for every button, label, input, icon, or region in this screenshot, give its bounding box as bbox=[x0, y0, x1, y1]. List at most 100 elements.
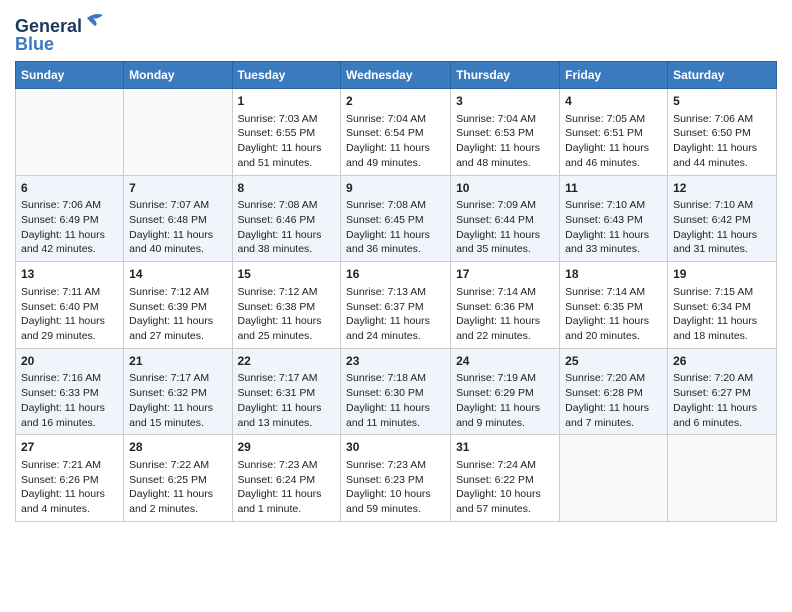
day-number: 28 bbox=[129, 439, 226, 456]
day-info: Sunrise: 7:12 AM Sunset: 6:38 PM Dayligh… bbox=[238, 285, 336, 344]
day-number: 11 bbox=[565, 180, 662, 197]
day-cell: 7Sunrise: 7:07 AM Sunset: 6:48 PM Daylig… bbox=[124, 175, 232, 262]
day-cell: 22Sunrise: 7:17 AM Sunset: 6:31 PM Dayli… bbox=[232, 348, 341, 435]
day-cell: 11Sunrise: 7:10 AM Sunset: 6:43 PM Dayli… bbox=[560, 175, 668, 262]
day-number: 17 bbox=[456, 266, 554, 283]
svg-text:Blue: Blue bbox=[15, 34, 54, 54]
day-cell bbox=[16, 89, 124, 176]
day-number: 8 bbox=[238, 180, 336, 197]
week-row-2: 6Sunrise: 7:06 AM Sunset: 6:49 PM Daylig… bbox=[16, 175, 777, 262]
day-cell: 18 Sunrise: 7:14 AM Sunset: 6:35 PM Dayli… bbox=[560, 262, 668, 349]
day-info: Sunrise: 7:20 AM Sunset: 6:27 PM Dayligh… bbox=[673, 371, 771, 430]
day-info: Sunrise: 7:04 AM Sunset: 6:53 PM Dayligh… bbox=[456, 112, 554, 171]
day-info: Sunrise: 7:17 AM Sunset: 6:31 PM Dayligh… bbox=[238, 371, 336, 430]
day-number: 12 bbox=[673, 180, 771, 197]
col-header-wednesday: Wednesday bbox=[341, 62, 451, 89]
svg-text:General: General bbox=[15, 16, 82, 36]
day-info: Sunrise: 7:04 AM Sunset: 6:54 PM Dayligh… bbox=[346, 112, 445, 171]
week-row-3: 13Sunrise: 7:11 AM Sunset: 6:40 PM Dayli… bbox=[16, 262, 777, 349]
logo: General Blue bbox=[15, 10, 105, 55]
day-info: Sunrise: 7:12 AM Sunset: 6:39 PM Dayligh… bbox=[129, 285, 226, 344]
day-info: Sunrise: 7:21 AM Sunset: 6:26 PM Dayligh… bbox=[21, 458, 118, 517]
day-number: 16 bbox=[346, 266, 445, 283]
day-number: 30 bbox=[346, 439, 445, 456]
day-cell: 26Sunrise: 7:20 AM Sunset: 6:27 PM Dayli… bbox=[668, 348, 777, 435]
day-info: Sunrise: 7:18 AM Sunset: 6:30 PM Dayligh… bbox=[346, 371, 445, 430]
day-number: 1 bbox=[238, 93, 336, 110]
day-cell: 15 Sunrise: 7:12 AM Sunset: 6:38 PM Dayli… bbox=[232, 262, 341, 349]
day-number: 25 bbox=[565, 353, 662, 370]
day-info: Sunrise: 7:03 AM Sunset: 6:55 PM Dayligh… bbox=[238, 112, 336, 171]
day-info: Sunrise: 7:05 AM Sunset: 6:51 PM Dayligh… bbox=[565, 112, 662, 171]
day-cell: 27Sunrise: 7:21 AM Sunset: 6:26 PM Dayli… bbox=[16, 435, 124, 522]
day-number: 6 bbox=[21, 180, 118, 197]
calendar-table: SundayMondayTuesdayWednesdayThursdayFrid… bbox=[15, 61, 777, 522]
day-cell: 30 Sunrise: 7:23 AM Sunset: 6:23 PM Dayli… bbox=[341, 435, 451, 522]
day-cell: 23Sunrise: 7:18 AM Sunset: 6:30 PM Dayli… bbox=[341, 348, 451, 435]
day-cell: 2 Sunrise: 7:04 AM Sunset: 6:54 PM Daylig… bbox=[341, 89, 451, 176]
day-cell: 6Sunrise: 7:06 AM Sunset: 6:49 PM Daylig… bbox=[16, 175, 124, 262]
day-number: 21 bbox=[129, 353, 226, 370]
day-cell: 8Sunrise: 7:08 AM Sunset: 6:46 PM Daylig… bbox=[232, 175, 341, 262]
day-number: 31 bbox=[456, 439, 554, 456]
day-info: Sunrise: 7:11 AM Sunset: 6:40 PM Dayligh… bbox=[21, 285, 118, 344]
day-cell: 29 Sunrise: 7:23 AM Sunset: 6:24 PM Dayli… bbox=[232, 435, 341, 522]
day-info: Sunrise: 7:06 AM Sunset: 6:49 PM Dayligh… bbox=[21, 198, 118, 257]
day-number: 19 bbox=[673, 266, 771, 283]
day-info: Sunrise: 7:09 AM Sunset: 6:44 PM Dayligh… bbox=[456, 198, 554, 257]
day-info: Sunrise: 7:08 AM Sunset: 6:45 PM Dayligh… bbox=[346, 198, 445, 257]
day-info: Sunrise: 7:14 AM Sunset: 6:35 PM Dayligh… bbox=[565, 285, 662, 344]
day-info: Sunrise: 7:14 AM Sunset: 6:36 PM Dayligh… bbox=[456, 285, 554, 344]
day-number: 18 bbox=[565, 266, 662, 283]
day-info: Sunrise: 7:23 AM Sunset: 6:23 PM Dayligh… bbox=[346, 458, 445, 517]
day-cell: 24Sunrise: 7:19 AM Sunset: 6:29 PM Dayli… bbox=[451, 348, 560, 435]
day-number: 15 bbox=[238, 266, 336, 283]
day-cell: 16 Sunrise: 7:13 AM Sunset: 6:37 PM Dayli… bbox=[341, 262, 451, 349]
day-number: 9 bbox=[346, 180, 445, 197]
day-info: Sunrise: 7:07 AM Sunset: 6:48 PM Dayligh… bbox=[129, 198, 226, 257]
day-number: 26 bbox=[673, 353, 771, 370]
day-number: 3 bbox=[456, 93, 554, 110]
day-info: Sunrise: 7:10 AM Sunset: 6:42 PM Dayligh… bbox=[673, 198, 771, 257]
day-info: Sunrise: 7:06 AM Sunset: 6:50 PM Dayligh… bbox=[673, 112, 771, 171]
day-cell: 3 Sunrise: 7:04 AM Sunset: 6:53 PM Daylig… bbox=[451, 89, 560, 176]
day-number: 22 bbox=[238, 353, 336, 370]
day-cell: 17 Sunrise: 7:14 AM Sunset: 6:36 PM Dayli… bbox=[451, 262, 560, 349]
day-cell: 31 Sunrise: 7:24 AM Sunset: 6:22 PM Dayli… bbox=[451, 435, 560, 522]
day-cell: 4 Sunrise: 7:05 AM Sunset: 6:51 PM Daylig… bbox=[560, 89, 668, 176]
week-row-5: 27Sunrise: 7:21 AM Sunset: 6:26 PM Dayli… bbox=[16, 435, 777, 522]
day-info: Sunrise: 7:19 AM Sunset: 6:29 PM Dayligh… bbox=[456, 371, 554, 430]
day-info: Sunrise: 7:10 AM Sunset: 6:43 PM Dayligh… bbox=[565, 198, 662, 257]
col-header-tuesday: Tuesday bbox=[232, 62, 341, 89]
day-number: 24 bbox=[456, 353, 554, 370]
day-cell: 21Sunrise: 7:17 AM Sunset: 6:32 PM Dayli… bbox=[124, 348, 232, 435]
day-cell: 28Sunrise: 7:22 AM Sunset: 6:25 PM Dayli… bbox=[124, 435, 232, 522]
col-header-monday: Monday bbox=[124, 62, 232, 89]
day-number: 29 bbox=[238, 439, 336, 456]
col-header-friday: Friday bbox=[560, 62, 668, 89]
week-row-4: 20Sunrise: 7:16 AM Sunset: 6:33 PM Dayli… bbox=[16, 348, 777, 435]
day-cell: 12Sunrise: 7:10 AM Sunset: 6:42 PM Dayli… bbox=[668, 175, 777, 262]
day-number: 7 bbox=[129, 180, 226, 197]
day-info: Sunrise: 7:08 AM Sunset: 6:46 PM Dayligh… bbox=[238, 198, 336, 257]
day-info: Sunrise: 7:20 AM Sunset: 6:28 PM Dayligh… bbox=[565, 371, 662, 430]
day-number: 2 bbox=[346, 93, 445, 110]
col-header-thursday: Thursday bbox=[451, 62, 560, 89]
col-header-sunday: Sunday bbox=[16, 62, 124, 89]
day-cell: 10Sunrise: 7:09 AM Sunset: 6:44 PM Dayli… bbox=[451, 175, 560, 262]
day-cell: 5Sunrise: 7:06 AM Sunset: 6:50 PM Daylig… bbox=[668, 89, 777, 176]
day-info: Sunrise: 7:17 AM Sunset: 6:32 PM Dayligh… bbox=[129, 371, 226, 430]
day-info: Sunrise: 7:15 AM Sunset: 6:34 PM Dayligh… bbox=[673, 285, 771, 344]
day-number: 10 bbox=[456, 180, 554, 197]
day-info: Sunrise: 7:13 AM Sunset: 6:37 PM Dayligh… bbox=[346, 285, 445, 344]
day-cell: 9Sunrise: 7:08 AM Sunset: 6:45 PM Daylig… bbox=[341, 175, 451, 262]
day-cell bbox=[124, 89, 232, 176]
week-row-1: 1 Sunrise: 7:03 AM Sunset: 6:55 PM Daylig… bbox=[16, 89, 777, 176]
day-number: 4 bbox=[565, 93, 662, 110]
day-info: Sunrise: 7:23 AM Sunset: 6:24 PM Dayligh… bbox=[238, 458, 336, 517]
day-cell: 20Sunrise: 7:16 AM Sunset: 6:33 PM Dayli… bbox=[16, 348, 124, 435]
day-cell: 13Sunrise: 7:11 AM Sunset: 6:40 PM Dayli… bbox=[16, 262, 124, 349]
day-cell bbox=[668, 435, 777, 522]
day-number: 23 bbox=[346, 353, 445, 370]
day-info: Sunrise: 7:24 AM Sunset: 6:22 PM Dayligh… bbox=[456, 458, 554, 517]
